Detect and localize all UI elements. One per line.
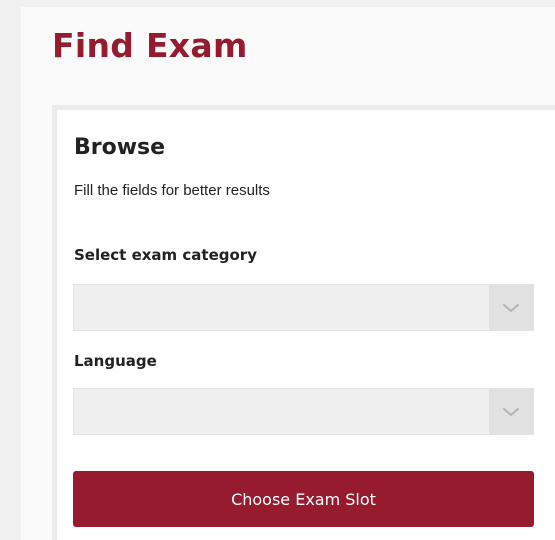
chevron-down-icon: [503, 407, 519, 416]
language-label: Language: [74, 352, 157, 370]
exam-category-dropdown-toggle[interactable]: [489, 285, 533, 330]
browse-panel: Browse Fill the fields for better result…: [52, 105, 555, 540]
exam-category-select[interactable]: [73, 284, 534, 331]
choose-exam-slot-button[interactable]: Choose Exam Slot: [73, 471, 534, 527]
browse-subtitle: Fill the fields for better results: [74, 182, 270, 199]
chevron-down-icon: [503, 303, 519, 312]
language-select[interactable]: [73, 388, 534, 435]
browse-panel-body: Browse Fill the fields for better result…: [57, 110, 555, 540]
page-title: Find Exam: [52, 26, 248, 65]
browse-heading: Browse: [74, 135, 166, 160]
exam-category-label: Select exam category: [74, 246, 257, 264]
page-container: Find Exam Browse Fill the fields for bet…: [21, 7, 555, 540]
language-dropdown-toggle[interactable]: [489, 389, 533, 434]
